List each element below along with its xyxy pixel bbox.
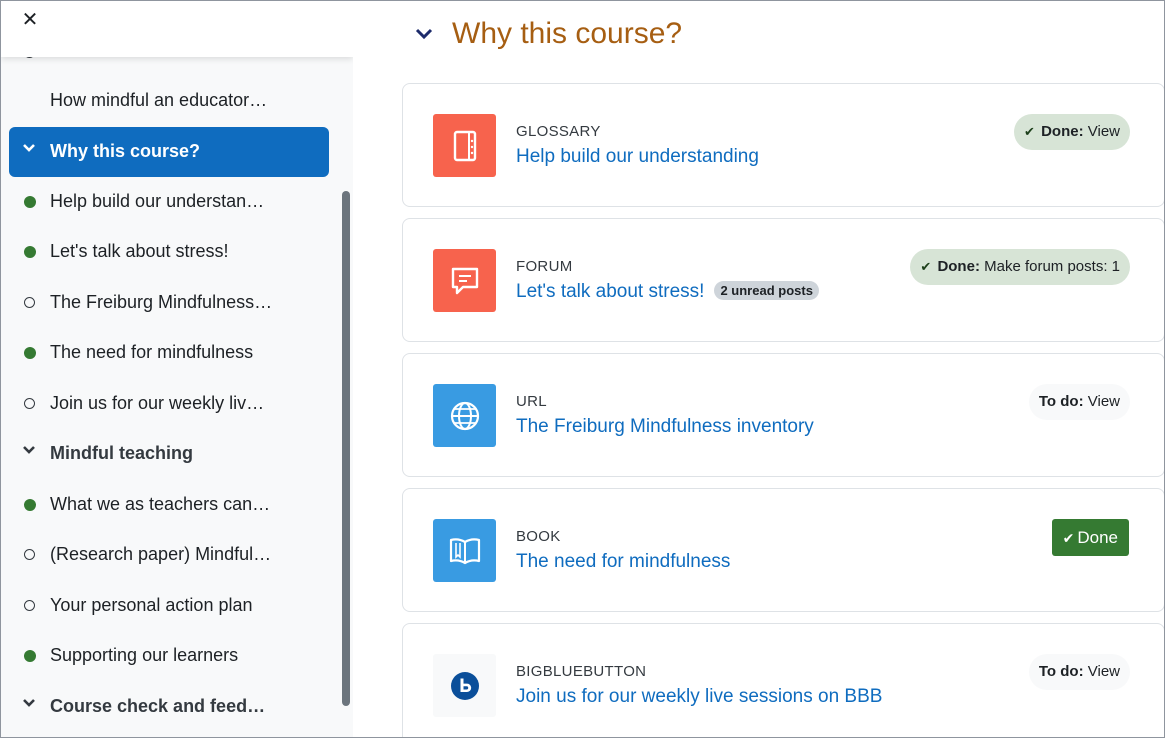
completion-badge: To do: View bbox=[1028, 384, 1130, 420]
drawer-scrollbar[interactable] bbox=[342, 191, 350, 706]
drawer-item-label: Supporting our learners bbox=[50, 645, 239, 665]
drawer-section-course-check[interactable]: Course check and feed… bbox=[9, 682, 329, 732]
activity-type: BIGBLUEBUTTON bbox=[516, 663, 647, 680]
activity-link[interactable]: Join us for our weekly live sessions on … bbox=[516, 686, 882, 708]
todo-circle-icon bbox=[24, 398, 35, 409]
chevron-down-icon[interactable] bbox=[22, 443, 36, 460]
drawer-item-label: What we as teachers can… bbox=[50, 494, 271, 514]
course-content: Why this course? GLOSSARY Help build our… bbox=[353, 1, 1164, 737]
check-icon: ✔ bbox=[920, 259, 932, 274]
activity-link[interactable]: The Freiburg Mindfulness inventory bbox=[516, 416, 814, 438]
chevron-down-icon[interactable] bbox=[413, 22, 437, 46]
drawer-item-weekly-live[interactable]: Join us for our weekly liv… bbox=[9, 379, 329, 429]
chevron-down-icon[interactable] bbox=[22, 141, 36, 158]
drawer-section-label: Mindful teaching bbox=[50, 443, 193, 463]
drawer-item-how-mindful[interactable]: How mindful an educator… bbox=[9, 76, 329, 126]
drawer-item-supporting-learners[interactable]: Supporting our learners bbox=[9, 631, 329, 681]
drawer-item-label: Your personal action plan bbox=[50, 595, 253, 615]
completion-key: Done: bbox=[1041, 123, 1084, 140]
activity-type: GLOSSARY bbox=[516, 123, 601, 140]
drawer-item-label: Help build our understan… bbox=[50, 191, 265, 211]
completion-value: View bbox=[1087, 123, 1120, 140]
mark-done-button[interactable]: ✔ Done bbox=[1051, 519, 1129, 556]
completed-dot-icon bbox=[24, 499, 36, 511]
bigbluebutton-icon bbox=[433, 654, 496, 717]
todo-circle-icon bbox=[24, 297, 35, 308]
activity-link[interactable]: Let's talk about stress! bbox=[516, 281, 704, 302]
completion-badge: ✔ Done: Make forum posts: 1 bbox=[910, 249, 1130, 285]
completed-dot-icon bbox=[24, 196, 36, 208]
drawer-header: ✕ bbox=[1, 1, 353, 57]
activity-title-row: Let's talk about stress! 2 unread posts bbox=[516, 281, 819, 303]
completion-badge: To do: View bbox=[1028, 654, 1130, 690]
activity-type: URL bbox=[516, 393, 547, 410]
activity-card-glossary: GLOSSARY Help build our understanding ✔ … bbox=[402, 83, 1164, 207]
chevron-down-icon[interactable] bbox=[22, 696, 36, 713]
drawer-section-mindful-teaching[interactable]: Mindful teaching bbox=[9, 429, 329, 479]
completion-badge: ✔ Done: View bbox=[1014, 114, 1130, 150]
completed-dot-icon bbox=[24, 347, 36, 359]
book-icon bbox=[433, 519, 496, 582]
activity-type: FORUM bbox=[516, 258, 573, 275]
section-title: Why this course? bbox=[452, 17, 683, 50]
activity-link[interactable]: The need for mindfulness bbox=[516, 551, 730, 573]
drawer-section-label: Why this course? bbox=[50, 141, 201, 161]
activity-card-forum: FORUM Let's talk about stress! 2 unread p… bbox=[402, 218, 1164, 342]
completion-key: To do: bbox=[1038, 663, 1084, 680]
drawer-item-freiburg[interactable]: The Freiburg Mindfulness… bbox=[9, 278, 329, 328]
activity-type: BOOK bbox=[516, 528, 561, 545]
drawer-item-label: Let's talk about stress! bbox=[50, 241, 229, 261]
close-icon[interactable]: ✕ bbox=[19, 9, 41, 31]
todo-circle-icon bbox=[24, 549, 35, 560]
drawer-item-label: Join us for our weekly liv… bbox=[50, 393, 265, 413]
completed-dot-icon bbox=[24, 650, 36, 662]
glossary-icon bbox=[433, 114, 496, 177]
completion-value: Make forum posts: 1 bbox=[984, 258, 1120, 275]
course-index-drawer: ✕ How mindful an educator… Why this cour… bbox=[1, 1, 353, 737]
unread-posts-badge[interactable]: 2 unread posts bbox=[714, 281, 819, 300]
drawer-item-label: (Research paper) Mindful… bbox=[50, 544, 272, 564]
completion-value: View bbox=[1087, 663, 1120, 680]
drawer-item-need-mindfulness[interactable]: The need for mindfulness bbox=[9, 328, 329, 378]
drawer-item-help-build[interactable]: Help build our understan… bbox=[9, 177, 329, 227]
completed-dot-icon bbox=[24, 246, 36, 258]
drawer-section-label: Course check and feed… bbox=[50, 696, 266, 716]
drawer-item-stress[interactable]: Let's talk about stress! bbox=[9, 227, 329, 277]
completion-value: View bbox=[1087, 393, 1120, 410]
drawer-item-research-paper[interactable]: (Research paper) Mindful… bbox=[9, 530, 329, 580]
activity-card-url: URL The Freiburg Mindfulness inventory T… bbox=[402, 353, 1164, 477]
drawer-item-label: The Freiburg Mindfulness… bbox=[50, 292, 273, 312]
done-button-label: Done bbox=[1077, 528, 1118, 547]
window-frame: ✕ How mindful an educator… Why this cour… bbox=[0, 0, 1165, 738]
drawer-item-label: The need for mindfulness bbox=[50, 342, 254, 362]
todo-circle-icon bbox=[24, 600, 35, 611]
drawer-section-why-this-course[interactable]: Why this course? bbox=[9, 127, 329, 177]
activity-card-book: BOOK The need for mindfulness ✔ Done bbox=[402, 488, 1164, 612]
globe-icon bbox=[433, 384, 496, 447]
check-icon: ✔ bbox=[1062, 530, 1075, 546]
drawer-item-action-plan[interactable]: Your personal action plan bbox=[9, 581, 329, 631]
drawer-item-label: How mindful an educator… bbox=[50, 90, 268, 110]
drawer-item-teachers-can[interactable]: What we as teachers can… bbox=[9, 480, 329, 530]
activity-card-bigbluebutton: BIGBLUEBUTTON Join us for our weekly liv… bbox=[402, 623, 1164, 737]
completion-key: To do: bbox=[1038, 393, 1084, 410]
check-icon: ✔ bbox=[1024, 124, 1035, 139]
activity-link[interactable]: Help build our understanding bbox=[516, 146, 759, 168]
completion-key: Done: bbox=[937, 258, 980, 275]
forum-icon bbox=[433, 249, 496, 312]
